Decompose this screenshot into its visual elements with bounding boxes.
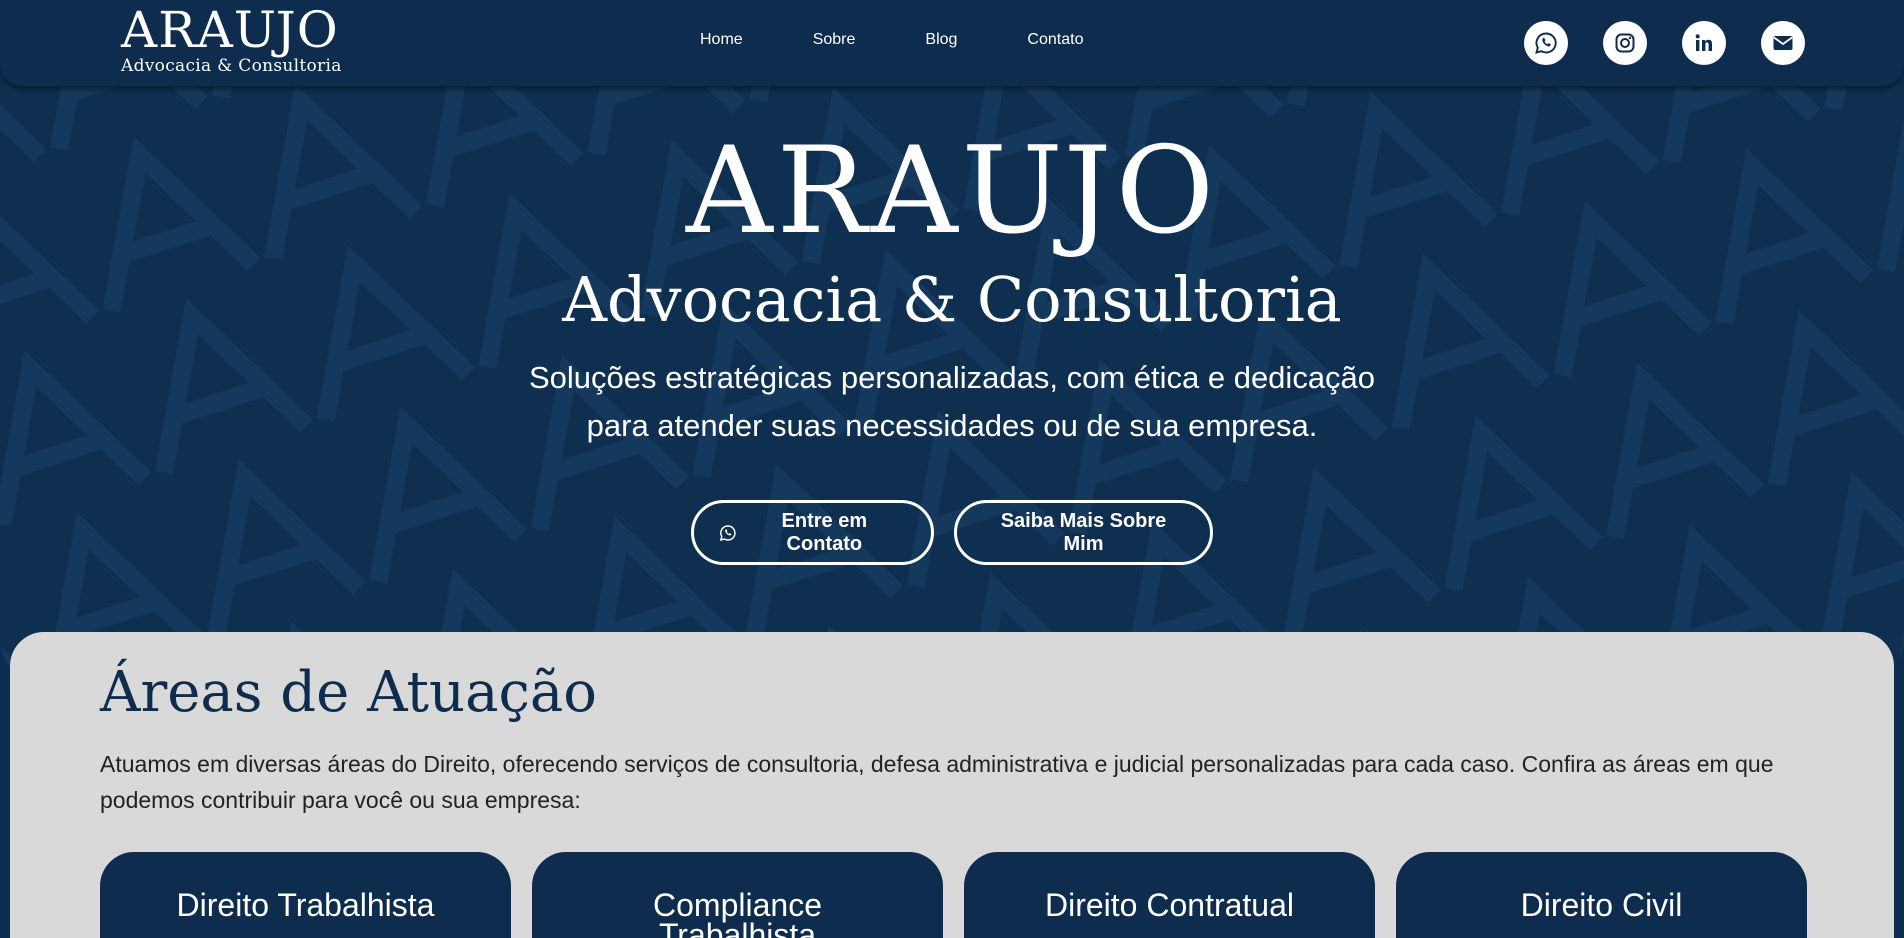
area-card-contratual[interactable]: Direito Contratual: [964, 852, 1375, 938]
area-card-compliance[interactable]: Compliance Trabalhista: [532, 852, 943, 938]
hero-buttons: Entre em Contato Saiba Mais Sobre Mim: [0, 500, 1904, 565]
about-button[interactable]: Saiba Mais Sobre Mim: [954, 500, 1213, 565]
area-card-title: Compliance Trabalhista: [653, 887, 822, 938]
areas-section: Áreas de Atuação Atuamos em diversas áre…: [10, 632, 1894, 938]
nav-blog[interactable]: Blog: [925, 31, 957, 49]
logo-sub-text: Advocacia & Consultoria: [121, 56, 342, 76]
social-links: [1489, 21, 1805, 65]
areas-title: Áreas de Atuação: [100, 660, 597, 725]
area-card-title: Direito Trabalhista: [176, 887, 435, 923]
areas-intro: Atuamos em diversas áreas do Direito, of…: [100, 751, 1774, 813]
area-card-title: Direito Civil: [1520, 887, 1683, 923]
about-button-label: Saiba Mais Sobre Mim: [1000, 509, 1167, 555]
area-card-title: Direito Contratual: [1045, 887, 1294, 923]
main-nav: Home Sobre Blog Contato: [700, 31, 1083, 49]
hero-subtitle: Advocacia & Consultoria: [562, 263, 1342, 336]
logo[interactable]: ARAUJO Advocacia & Consultoria: [121, 4, 342, 76]
linkedin-icon[interactable]: [1682, 21, 1726, 65]
nav-sobre[interactable]: Sobre: [813, 31, 856, 49]
area-card-civil[interactable]: Direito Civil: [1396, 852, 1807, 938]
nav-home[interactable]: Home: [700, 31, 743, 49]
hero-title: ARAUJO: [685, 122, 1219, 261]
areas-cards: Direito Trabalhista Compliance Trabalhis…: [100, 852, 1807, 938]
site-header: ARAUJO Advocacia & Consultoria Home Sobr…: [0, 0, 1904, 86]
nav-contato[interactable]: Contato: [1027, 31, 1083, 49]
whatsapp-icon: [719, 524, 736, 541]
logo-main-text: ARAUJO: [121, 1, 339, 59]
area-card-trabalhista[interactable]: Direito Trabalhista: [100, 852, 511, 938]
instagram-icon[interactable]: [1603, 21, 1647, 65]
hero-section: ARAUJO Advocacia & Consultoria Soluções …: [0, 86, 1904, 565]
contact-button-label: Entre em Contato: [781, 509, 868, 555]
email-icon[interactable]: [1761, 21, 1805, 65]
hero-description: Soluções estratégicas personalizadas, co…: [528, 360, 1376, 443]
whatsapp-icon[interactable]: [1524, 21, 1568, 65]
contact-button[interactable]: Entre em Contato: [691, 500, 934, 565]
